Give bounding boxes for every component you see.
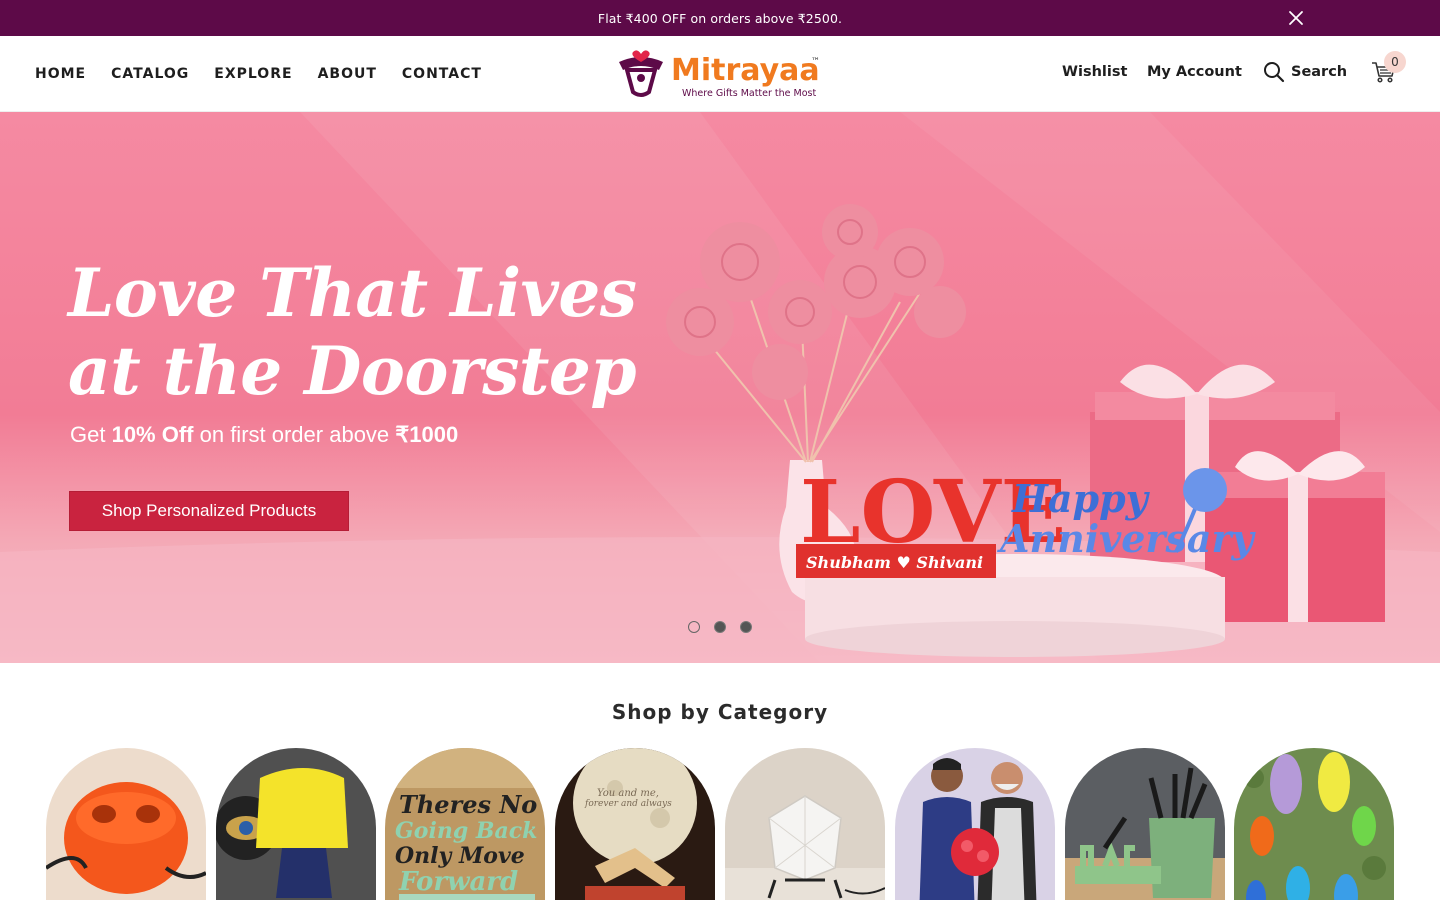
cart-count-badge: 0 <box>1384 51 1406 73</box>
hero-title: Love That Lives at the Doorstep <box>68 254 668 410</box>
slide-dot-1[interactable] <box>688 621 700 633</box>
shop-personalized-button[interactable]: Shop Personalized Products <box>69 491 349 531</box>
slider-dots <box>688 621 752 633</box>
svg-text:Theres No: Theres No <box>399 790 537 819</box>
nav-about[interactable]: ABOUT <box>318 66 377 82</box>
svg-text:Anniversary: Anniversary <box>997 516 1256 561</box>
hero-banner[interactable]: LOVE Shubham ♥ Shivani Happy Anniversary… <box>0 112 1440 663</box>
svg-text:Going Back: Going Back <box>395 818 537 844</box>
nav-contact[interactable]: CONTACT <box>402 66 482 82</box>
search-button[interactable]: Search <box>1291 64 1347 80</box>
offer-prefix: Get <box>70 422 112 447</box>
account-link[interactable]: My Account <box>1147 64 1242 80</box>
announcement-text: Flat ₹400 OFF on orders above ₹2500. <box>597 10 843 26</box>
category-card-moon-lamp[interactable]: You and me, forever and always <box>555 748 715 900</box>
nav-home[interactable]: HOME <box>35 66 86 82</box>
svg-text:Forward: Forward <box>398 867 518 897</box>
category-card-quote-sign[interactable]: Theres No Going Back Only Move Forward <box>385 748 545 900</box>
category-card-cable-organizer[interactable] <box>46 748 206 900</box>
hero-title-line1: Love That Lives <box>68 254 637 332</box>
logo-wordmark: Mitrayaa <box>671 53 820 88</box>
category-list: Theres No Going Back Only Move Forward Y… <box>46 748 1396 900</box>
category-card-crayon-holders[interactable] <box>1234 748 1394 900</box>
section-title-categories: Shop by Category <box>611 700 829 724</box>
offer-middle: on first order above <box>193 422 396 447</box>
love-sign-decoration: LOVE Shubham ♥ Shivani Happy Anniversary <box>796 462 1256 578</box>
site-header: HOME CATALOG EXPLORE ABOUT CONTACT Mitra… <box>0 36 1440 112</box>
main-nav: HOME CATALOG EXPLORE ABOUT CONTACT <box>35 36 507 112</box>
slide-dot-3[interactable] <box>740 621 752 633</box>
slide-dot-2[interactable] <box>714 621 726 633</box>
svg-text:Happy: Happy <box>1011 476 1151 521</box>
search-icon[interactable] <box>1263 61 1285 83</box>
svg-text:You and me,: You and me, <box>597 788 659 799</box>
nav-catalog[interactable]: CATALOG <box>111 66 189 82</box>
logo-tm: ™ <box>811 57 820 67</box>
header-actions: Wishlist My Account Search 0 <box>1020 36 1440 112</box>
hero-offer: Get 10% Off on first order above ₹1000 <box>70 422 458 448</box>
logo-tagline: Where Gifts Matter the Most <box>682 88 816 99</box>
category-card-lamp[interactable] <box>216 748 376 900</box>
offer-discount: 10% Off <box>111 422 194 447</box>
nav-explore[interactable]: EXPLORE <box>214 66 292 82</box>
svg-text:Shubham ♥ Shivani: Shubham ♥ Shivani <box>806 553 983 572</box>
announcement-bar: Flat ₹400 OFF on orders above ₹2500. <box>0 0 1440 36</box>
hero-title-line2: at the Doorstep <box>68 332 637 410</box>
category-card-geometric-lamp[interactable] <box>725 748 885 900</box>
close-icon[interactable] <box>1286 8 1306 28</box>
category-card-figurines[interactable] <box>895 748 1055 900</box>
category-card-pen-stand[interactable] <box>1065 748 1225 900</box>
site-logo[interactable]: Mitrayaa ™ Where Gifts Matter the Most <box>615 48 825 102</box>
wishlist-link[interactable]: Wishlist <box>1062 64 1127 80</box>
svg-text:forever and always: forever and always <box>584 799 672 809</box>
logo-emblem-icon <box>619 50 663 97</box>
offer-amount: ₹1000 <box>395 422 459 447</box>
svg-text:Only Move: Only Move <box>395 843 525 869</box>
